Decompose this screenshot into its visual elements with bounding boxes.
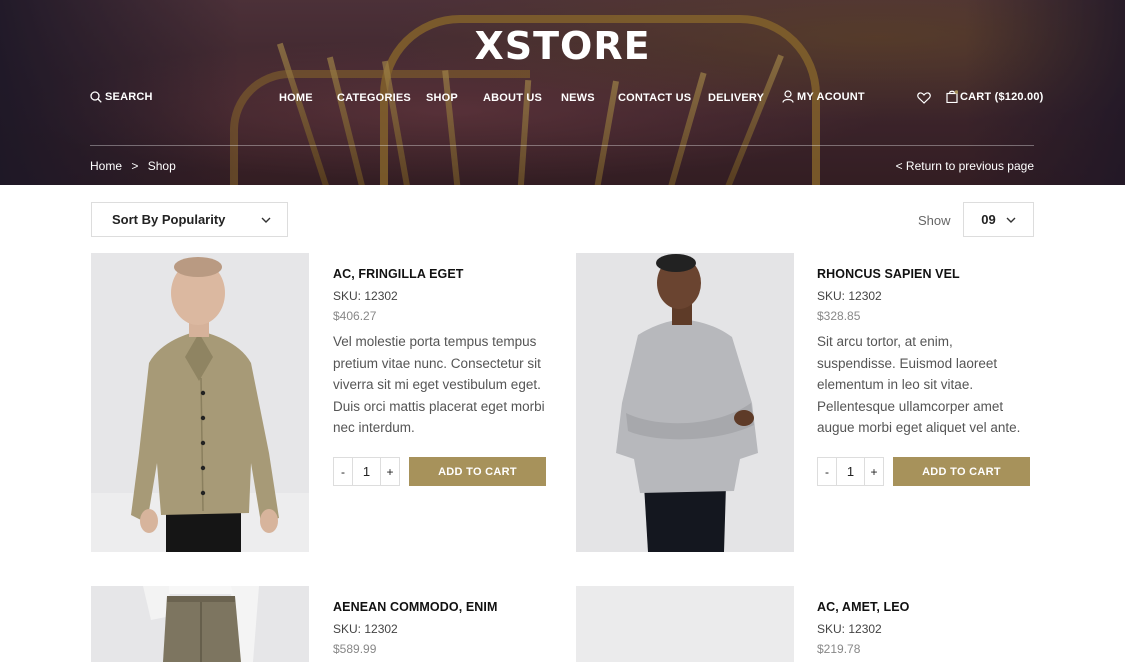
product-title[interactable]: AC, FRINGILLA EGET bbox=[333, 267, 464, 281]
product-photo-jacket-man bbox=[91, 253, 309, 552]
quantity-stepper: - 1 + bbox=[333, 457, 400, 486]
header-divider bbox=[90, 145, 1034, 146]
product-sku: SKU: 12302 bbox=[817, 289, 882, 303]
nav-item-about-us[interactable]: ABOUT US bbox=[483, 92, 542, 104]
nav-item-news[interactable]: NEWS bbox=[561, 92, 595, 104]
product-price: $406.27 bbox=[333, 309, 377, 323]
chevron-down-icon bbox=[1006, 217, 1016, 223]
quantity-decrease-button[interactable]: - bbox=[334, 458, 352, 485]
breadcrumb-home[interactable]: Home bbox=[90, 159, 122, 173]
sort-select-value: Sort By Popularity bbox=[112, 212, 226, 227]
my-account-link[interactable]: MY ACOUNT bbox=[782, 90, 865, 103]
nav-item-delivery[interactable]: DELIVERY bbox=[708, 92, 764, 104]
product-sku: SKU: 12302 bbox=[817, 622, 882, 636]
shopping-bag-icon bbox=[946, 90, 958, 103]
product-price: $219.78 bbox=[817, 642, 861, 656]
product-title[interactable]: RHONCUS SAPIEN VEL bbox=[817, 267, 960, 281]
nav-item-contact-us[interactable]: CONTACT US bbox=[618, 92, 691, 104]
cart-label: CART ($120.00) bbox=[960, 90, 1044, 103]
product-title[interactable]: AC, AMET, LEO bbox=[817, 600, 910, 614]
cart-button[interactable]: CART ($120.00) bbox=[946, 90, 1044, 103]
breadcrumb: Home > Shop bbox=[90, 159, 182, 173]
return-link[interactable]: < Return to previous page bbox=[896, 159, 1034, 173]
search-icon bbox=[90, 91, 102, 103]
heart-icon bbox=[917, 92, 931, 104]
product-image[interactable] bbox=[576, 586, 794, 662]
quantity-stepper: - 1 + bbox=[817, 457, 884, 486]
show-label: Show bbox=[918, 213, 951, 228]
search-label: SEARCH bbox=[105, 91, 153, 103]
sort-select[interactable]: Sort By Popularity bbox=[91, 202, 288, 237]
product-image[interactable] bbox=[91, 253, 309, 552]
nav-item-shop[interactable]: SHOP bbox=[426, 92, 458, 104]
product-image[interactable] bbox=[91, 586, 309, 662]
site-logo[interactable]: XSTORE bbox=[0, 24, 1125, 68]
quantity-increase-button[interactable]: + bbox=[865, 458, 883, 485]
product-photo-sweater-man bbox=[576, 253, 794, 552]
quantity-increase-button[interactable]: + bbox=[381, 458, 399, 485]
my-account-label: MY ACOUNT bbox=[797, 90, 865, 103]
wishlist-button[interactable] bbox=[917, 91, 931, 109]
breadcrumb-separator: > bbox=[131, 159, 139, 173]
product-sku: SKU: 12302 bbox=[333, 289, 398, 303]
show-count-select[interactable]: 09 bbox=[963, 202, 1034, 237]
quantity-input[interactable]: 1 bbox=[352, 458, 381, 485]
search-button[interactable]: SEARCH bbox=[90, 91, 153, 103]
add-to-cart-button[interactable]: ADD TO CART bbox=[409, 457, 546, 486]
product-price: $589.99 bbox=[333, 642, 377, 656]
quantity-decrease-button[interactable]: - bbox=[818, 458, 836, 485]
product-sku: SKU: 12302 bbox=[333, 622, 398, 636]
product-description: Vel molestie porta tempus tempus pretium… bbox=[333, 334, 545, 435]
product-title[interactable]: AENEAN COMMODO, ENIM bbox=[333, 600, 498, 614]
show-count-value: 09 bbox=[981, 212, 996, 227]
product-description: Sit arcu tortor, at enim, suspendisse. E… bbox=[817, 334, 1021, 435]
breadcrumb-current: Shop bbox=[147, 159, 176, 173]
product-image[interactable] bbox=[576, 253, 794, 552]
product-photo-placeholder bbox=[576, 586, 794, 662]
chevron-down-icon bbox=[261, 217, 271, 223]
user-icon bbox=[782, 90, 794, 103]
nav-item-home[interactable]: HOME bbox=[279, 92, 313, 104]
product-price: $328.85 bbox=[817, 309, 861, 323]
quantity-input[interactable]: 1 bbox=[836, 458, 865, 485]
product-photo-trousers-man bbox=[91, 586, 309, 662]
add-to-cart-button[interactable]: ADD TO CART bbox=[893, 457, 1030, 486]
nav-item-categories[interactable]: CATEGORIES bbox=[337, 92, 411, 104]
